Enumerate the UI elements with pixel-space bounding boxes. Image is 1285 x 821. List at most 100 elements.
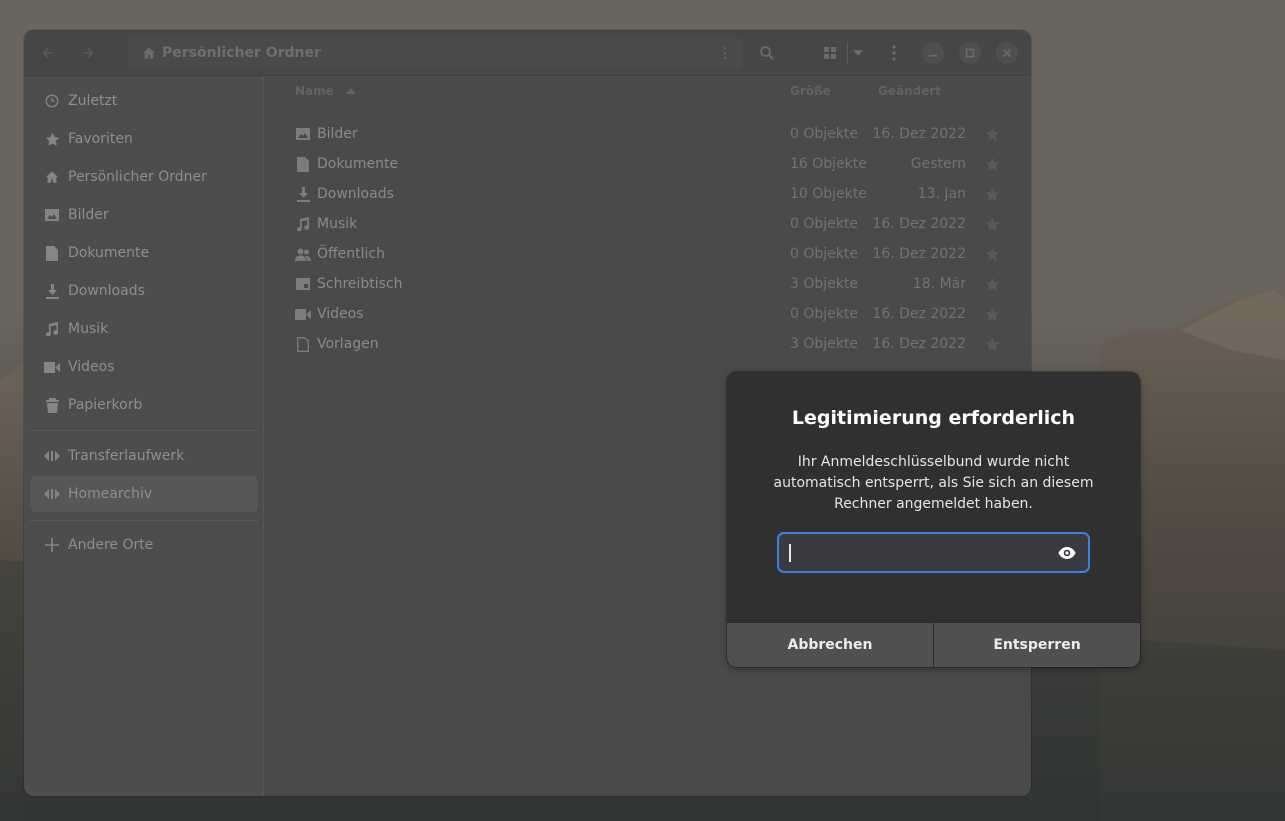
file-modified: 13. Jan <box>917 186 966 202</box>
desktop-icon <box>295 276 311 292</box>
sidebar-item-home[interactable]: Persönlicher Ordner <box>30 159 258 195</box>
file-name: Schreibtisch <box>317 276 403 292</box>
file-row[interactable]: Musik 0 Objekte 16. Dez 2022 <box>265 209 1031 239</box>
sidebar-item-music[interactable]: Musik <box>30 311 258 347</box>
star-icon[interactable] <box>984 306 1000 322</box>
network-share-icon <box>44 486 60 502</box>
sidebar-item-other-locations[interactable]: Andere Orte <box>30 527 258 563</box>
back-button[interactable] <box>34 39 62 67</box>
sidebar-item-downloads[interactable]: Downloads <box>30 273 258 309</box>
star-icon[interactable] <box>984 156 1000 172</box>
file-row[interactable]: Öffentlich 0 Objekte 16. Dez 2022 <box>265 239 1031 269</box>
download-icon <box>44 283 60 299</box>
home-icon <box>142 47 156 59</box>
star-icon[interactable] <box>984 186 1000 202</box>
public-share-icon <box>295 246 311 262</box>
file-name: Videos <box>317 306 364 322</box>
video-icon <box>295 306 311 322</box>
path-bar[interactable]: Persönlicher Ordner <box>128 37 743 69</box>
close-button[interactable] <box>996 42 1018 64</box>
file-size: 16 Objekte <box>790 156 867 172</box>
star-icon[interactable] <box>984 336 1000 352</box>
star-icon[interactable] <box>984 126 1000 142</box>
sort-ascending-icon <box>345 88 356 94</box>
sidebar-item-label: Zuletzt <box>68 93 118 109</box>
file-row[interactable]: Vorlagen 3 Objekte 16. Dez 2022 <box>265 329 1031 359</box>
sidebar-divider <box>30 430 258 431</box>
sidebar-item-transferlaufwerk[interactable]: Transferlaufwerk <box>30 438 258 474</box>
file-name: Bilder <box>317 126 358 142</box>
dialog-title: Legitimierung erforderlich <box>791 407 1076 429</box>
music-icon <box>44 321 60 337</box>
sidebar-item-videos[interactable]: Videos <box>30 349 258 385</box>
download-icon <box>295 186 311 202</box>
file-name: Öffentlich <box>317 246 385 262</box>
sidebar-item-label: Andere Orte <box>68 537 154 553</box>
sidebar-item-favorites[interactable]: Favoriten <box>30 121 258 157</box>
password-input[interactable] <box>779 534 1088 571</box>
column-header-modified[interactable]: Geändert <box>878 84 941 98</box>
trash-icon <box>44 397 60 413</box>
search-icon <box>760 46 774 60</box>
dialog-message: Ihr Anmeldeschlüsselbund wurde nicht aut… <box>773 454 1094 512</box>
sidebar-item-recent[interactable]: Zuletzt <box>30 83 258 119</box>
sidebar-item-documents[interactable]: Dokumente <box>30 235 258 271</box>
file-row[interactable]: Videos 0 Objekte 16. Dez 2022 <box>265 299 1031 329</box>
sidebar-divider <box>30 520 258 521</box>
recent-clock-icon <box>44 93 60 109</box>
minimize-button[interactable] <box>922 42 944 64</box>
document-icon <box>295 156 311 172</box>
file-row[interactable]: Dokumente 16 Objekte Gestern <box>265 149 1031 179</box>
cancel-button[interactable]: Abbrechen <box>727 623 933 667</box>
sidebar-item-homearchiv[interactable]: Homearchiv <box>30 476 258 512</box>
file-size: 0 Objekte <box>790 306 858 322</box>
maximize-button[interactable] <box>959 42 981 64</box>
star-icon[interactable] <box>984 246 1000 262</box>
star-icon[interactable] <box>984 276 1000 292</box>
file-row[interactable]: Bilder 0 Objekte 16. Dez 2022 <box>265 119 1031 149</box>
unlock-keyring-dialog: Legitimierung erforderlich Ihr Anmeldesc… <box>727 372 1140 667</box>
file-size: 0 Objekte <box>790 126 858 142</box>
column-header-name[interactable]: Name <box>295 84 356 98</box>
image-icon <box>295 126 311 142</box>
path-menu-button[interactable] <box>717 45 733 61</box>
sidebar-item-label: Dokumente <box>68 245 150 261</box>
file-name: Dokumente <box>317 156 399 172</box>
header-bar: Persönlicher Ordner <box>24 30 1031 76</box>
sidebar-item-trash[interactable]: Papierkorb <box>30 387 258 423</box>
file-row[interactable]: Schreibtisch 3 Objekte 18. Mär <box>265 269 1031 299</box>
home-icon <box>44 169 60 185</box>
file-name: Vorlagen <box>317 336 379 352</box>
network-share-icon <box>44 448 60 464</box>
video-icon <box>44 359 60 375</box>
chevron-down-icon <box>853 50 863 56</box>
file-size: 3 Objekte <box>790 276 858 292</box>
forward-button[interactable] <box>74 39 102 67</box>
plus-icon <box>44 537 60 553</box>
unlock-button[interactable]: Entsperren <box>933 623 1140 667</box>
sidebar-item-label: Downloads <box>68 283 145 299</box>
text-caret <box>789 544 791 562</box>
view-toggle-button[interactable] <box>816 39 844 67</box>
sidebar-item-label: Musik <box>68 321 109 337</box>
file-modified: 16. Dez 2022 <box>872 246 966 262</box>
file-row[interactable]: Downloads 10 Objekte 13. Jan <box>265 179 1031 209</box>
file-modified: 16. Dez 2022 <box>872 216 966 232</box>
file-modified: 16. Dez 2022 <box>872 336 966 352</box>
view-options-button[interactable] <box>844 39 872 67</box>
column-header-size[interactable]: Größe <box>790 84 831 98</box>
sidebar-item-pictures[interactable]: Bilder <box>30 197 258 233</box>
star-icon <box>44 131 60 147</box>
file-name: Downloads <box>317 186 394 202</box>
eye-icon[interactable] <box>1058 545 1076 561</box>
grid-view-icon <box>824 47 836 59</box>
search-button[interactable] <box>753 39 781 67</box>
kebab-menu-icon <box>892 45 896 61</box>
main-menu-button[interactable] <box>880 39 908 67</box>
file-modified: 18. Mär <box>912 276 966 292</box>
dialog-actions: Abbrechen Entsperren <box>727 622 1140 667</box>
file-modified: 16. Dez 2022 <box>872 126 966 142</box>
star-icon[interactable] <box>984 216 1000 232</box>
sidebar-item-label: Persönlicher Ordner <box>68 169 207 185</box>
password-field[interactable] <box>777 532 1090 573</box>
